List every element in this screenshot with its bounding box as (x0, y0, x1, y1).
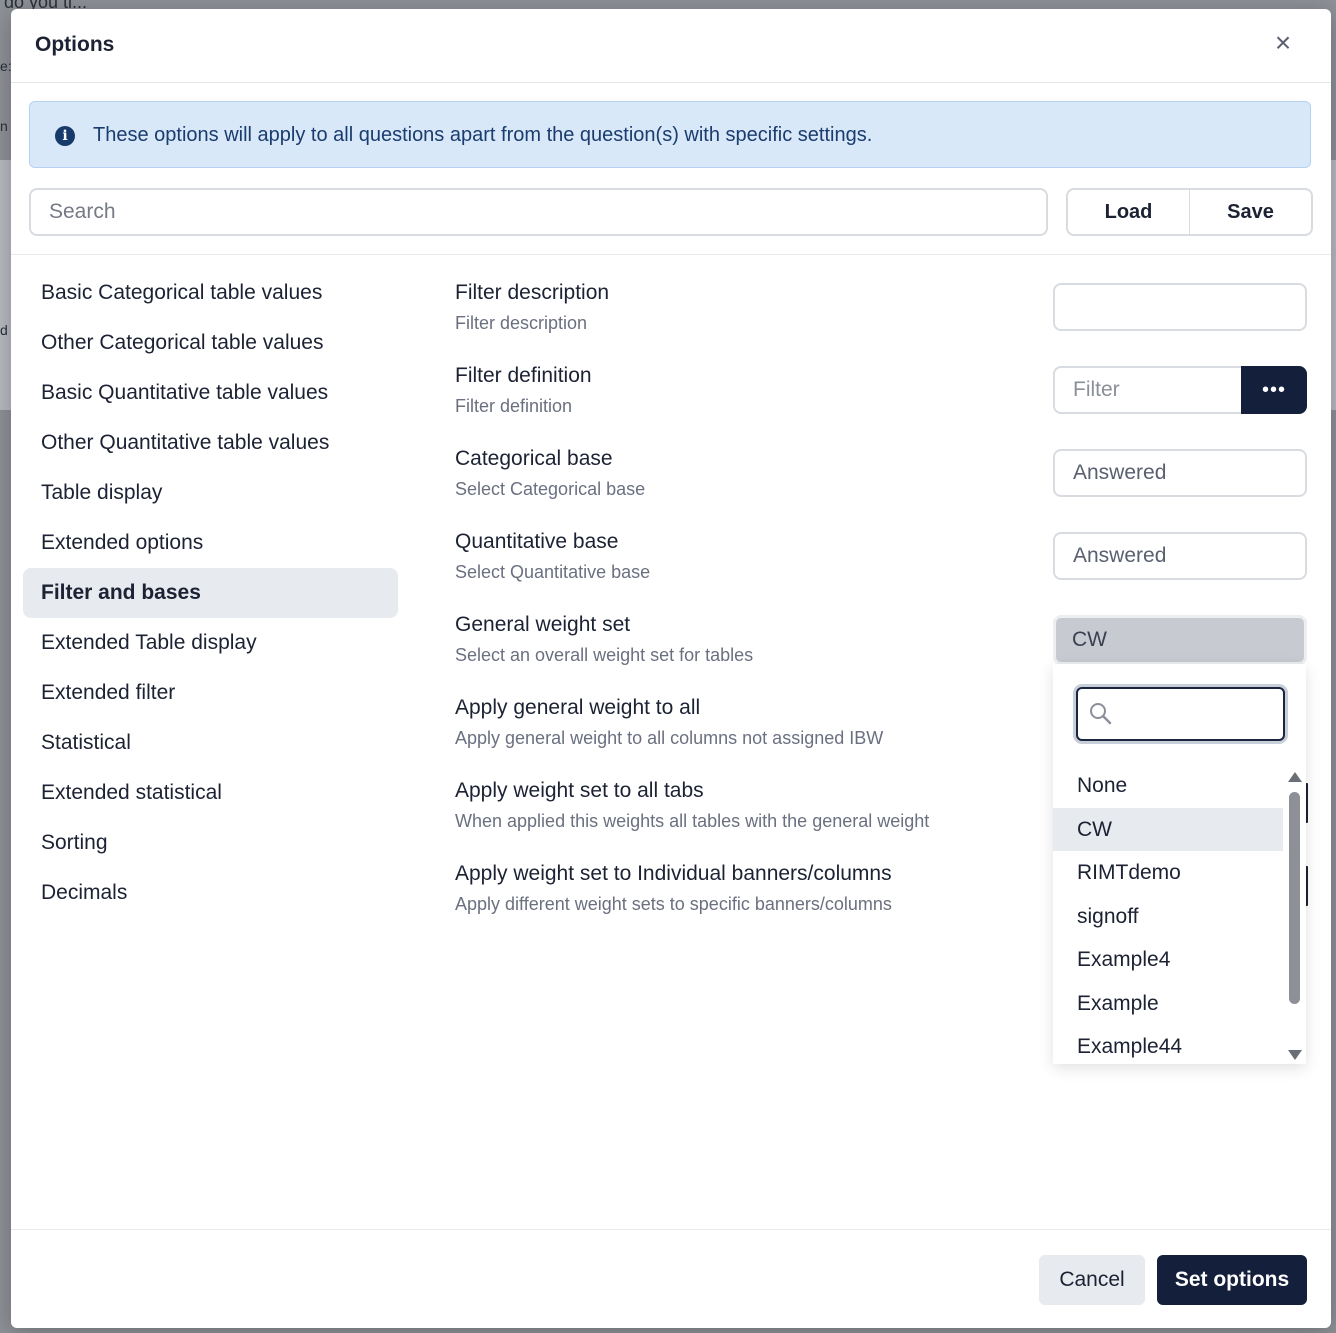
quantitative-base-select[interactable]: Answered (1053, 532, 1307, 580)
load-save-group: Load Save (1066, 188, 1313, 236)
dropdown-option-none[interactable]: None (1053, 764, 1283, 808)
divider (11, 254, 1331, 255)
set-options-button[interactable]: Set options (1157, 1255, 1307, 1305)
options-search-input[interactable] (29, 188, 1048, 236)
setting-label: General weight set (455, 613, 631, 636)
setting-label: Apply weight set to all tabs (455, 779, 704, 802)
setting-label: Quantitative base (455, 530, 619, 553)
scroll-down-icon[interactable] (1288, 1050, 1302, 1060)
general-weight-set-select[interactable]: CW (1053, 615, 1307, 665)
load-button[interactable]: Load (1068, 190, 1189, 234)
cancel-button[interactable]: Cancel (1039, 1255, 1145, 1305)
info-text: These options will apply to all question… (93, 124, 873, 146)
weight-set-dropdown: None CW RIMTdemo signoff Example4 Exampl… (1053, 664, 1306, 1064)
dropdown-option-signoff[interactable]: signoff (1053, 895, 1283, 939)
sidebar-item-extended-filter[interactable]: Extended filter (23, 668, 398, 718)
setting-row: Filter description Filter description (455, 281, 1315, 364)
setting-description: Apply general weight to all columns not … (455, 728, 884, 748)
setting-row: Quantitative base Select Quantitative ba… (455, 530, 1315, 613)
setting-description: Select Categorical base (455, 479, 646, 499)
setting-description: Select an overall weight set for tables (455, 645, 754, 665)
setting-label: Apply general weight to all (455, 696, 701, 719)
setting-description: Apply different weight sets to specific … (455, 894, 892, 914)
dropdown-options: None CW RIMTdemo signoff Example4 Exampl… (1053, 764, 1283, 1069)
filter-description-input[interactable] (1053, 283, 1307, 331)
background-panel (0, 160, 11, 410)
info-banner: i These options will apply to all questi… (29, 101, 1311, 168)
setting-row: Filter definition Filter definition Filt… (455, 364, 1315, 447)
info-icon: i (55, 126, 75, 146)
sidebar-item-decimals[interactable]: Decimals (23, 868, 398, 918)
dialog-title: Options (35, 33, 115, 56)
close-icon[interactable]: × (1271, 29, 1295, 57)
sidebar-item-other-quantitative[interactable]: Other Quantitative table values (23, 418, 398, 468)
options-sidebar: Basic Categorical table values Other Cat… (23, 268, 398, 918)
footer-divider (11, 1229, 1331, 1230)
dropdown-option-cw[interactable]: CW (1053, 807, 1283, 851)
sidebar-item-statistical[interactable]: Statistical (23, 718, 398, 768)
setting-description: Filter description (455, 313, 588, 333)
setting-description: Select Quantitative base (455, 562, 651, 582)
sidebar-item-sorting[interactable]: Sorting (23, 818, 398, 868)
setting-label: Filter description (455, 281, 610, 304)
sidebar-item-extended-statistical[interactable]: Extended statistical (23, 768, 398, 818)
sidebar-item-filter-and-bases[interactable]: Filter and bases (23, 568, 398, 618)
sidebar-item-other-categorical[interactable]: Other Categorical table values (23, 318, 398, 368)
save-button[interactable]: Save (1189, 190, 1311, 234)
sidebar-item-extended-table-display[interactable]: Extended Table display (23, 618, 398, 668)
setting-description: When applied this weights all tables wit… (455, 811, 930, 831)
scroll-up-icon[interactable] (1288, 772, 1302, 782)
filter-definition-input[interactable]: Filter (1053, 366, 1241, 414)
setting-description: Filter definition (455, 396, 573, 416)
sidebar-item-table-display[interactable]: Table display (23, 468, 398, 518)
dropdown-search (1076, 687, 1285, 741)
setting-label: Categorical base (455, 447, 613, 470)
setting-label: Filter definition (455, 364, 592, 387)
dropdown-scrollbar[interactable] (1285, 764, 1305, 1064)
background-text: d (0, 322, 8, 338)
dropdown-option-rimtdemo[interactable]: RIMTdemo (1053, 851, 1283, 895)
dropdown-option-example[interactable]: Example (1053, 982, 1283, 1026)
setting-row: Categorical base Select Categorical base… (455, 447, 1315, 530)
sidebar-item-basic-categorical[interactable]: Basic Categorical table values (23, 268, 398, 318)
dialog-header: Options × (11, 9, 1331, 83)
search-icon (1090, 703, 1112, 725)
dropdown-option-example4[interactable]: Example4 (1053, 938, 1283, 982)
more-options-button[interactable]: ••• (1241, 366, 1307, 414)
background-text: n (0, 118, 8, 134)
setting-label: Apply weight set to Individual banners/c… (455, 862, 892, 885)
background-text: e: (0, 58, 12, 74)
sidebar-item-extended-options[interactable]: Extended options (23, 518, 398, 568)
options-dialog: Options × i These options will apply to … (11, 9, 1331, 1328)
dropdown-option-example44[interactable]: Example44 (1053, 1025, 1283, 1069)
sidebar-item-basic-quantitative[interactable]: Basic Quantitative table values (23, 368, 398, 418)
scrollbar-thumb[interactable] (1289, 792, 1300, 1004)
dropdown-search-input[interactable] (1122, 697, 1276, 733)
categorical-base-select[interactable]: Answered (1053, 449, 1307, 497)
